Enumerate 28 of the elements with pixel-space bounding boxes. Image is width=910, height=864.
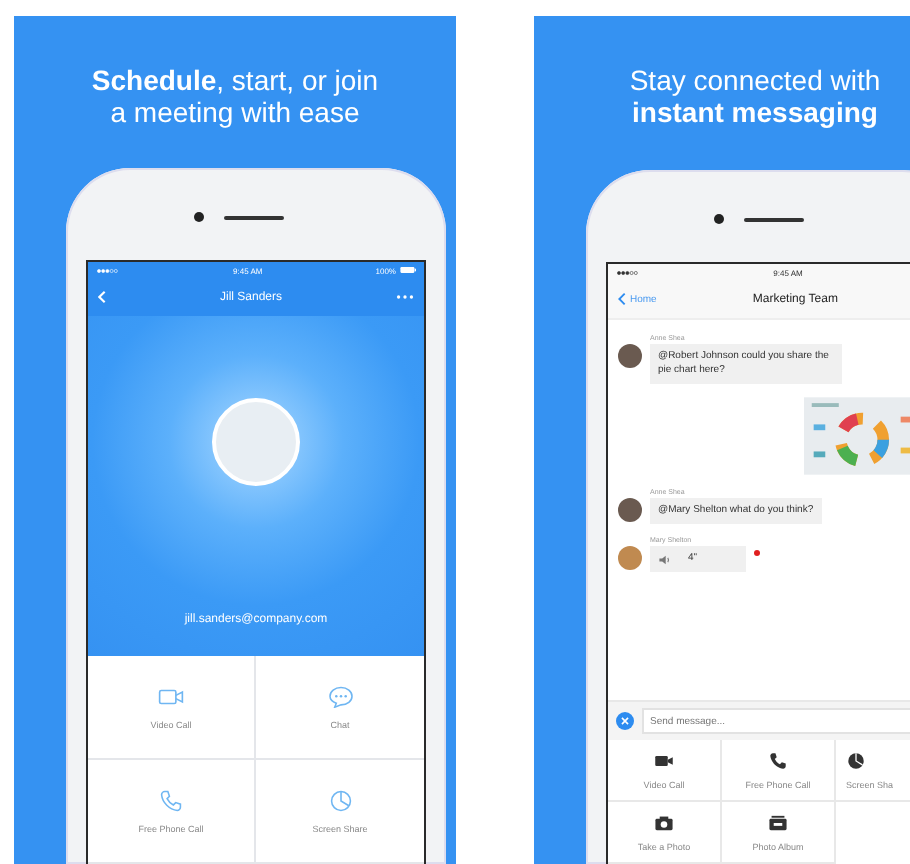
signal-icon <box>96 267 120 273</box>
video-camera-icon <box>158 685 184 707</box>
headline-text: Stay connected with <box>629 64 881 96</box>
pie-chart-icon <box>327 789 353 811</box>
camera-icon <box>193 212 203 222</box>
video-camera-icon <box>654 751 674 769</box>
more-icon[interactable] <box>395 294 414 300</box>
avatar-placeholder <box>618 546 642 570</box>
speaker-volume-icon <box>658 553 672 565</box>
close-icon[interactable] <box>616 712 634 730</box>
camera-icon <box>654 813 674 831</box>
album-icon <box>768 813 788 831</box>
phone-icon <box>768 751 788 769</box>
avatar-placeholder <box>212 398 300 486</box>
battery-icon <box>399 266 416 274</box>
chart-screenshot-drawing[interactable] <box>804 396 910 476</box>
headline-text: Schedule, start, or join <box>91 64 379 96</box>
back-icon <box>618 292 626 306</box>
headline-text: a meeting with ease <box>110 96 360 128</box>
back-icon[interactable] <box>98 290 106 304</box>
pie-chart-icon <box>846 751 866 769</box>
chat-bubble-icon <box>327 685 353 707</box>
headline-text: instant messaging <box>632 96 878 128</box>
avatar-placeholder <box>618 498 642 522</box>
phone-icon <box>158 789 184 811</box>
camera-icon <box>713 214 723 224</box>
avatar-placeholder <box>618 344 642 368</box>
signal-icon <box>616 269 640 275</box>
